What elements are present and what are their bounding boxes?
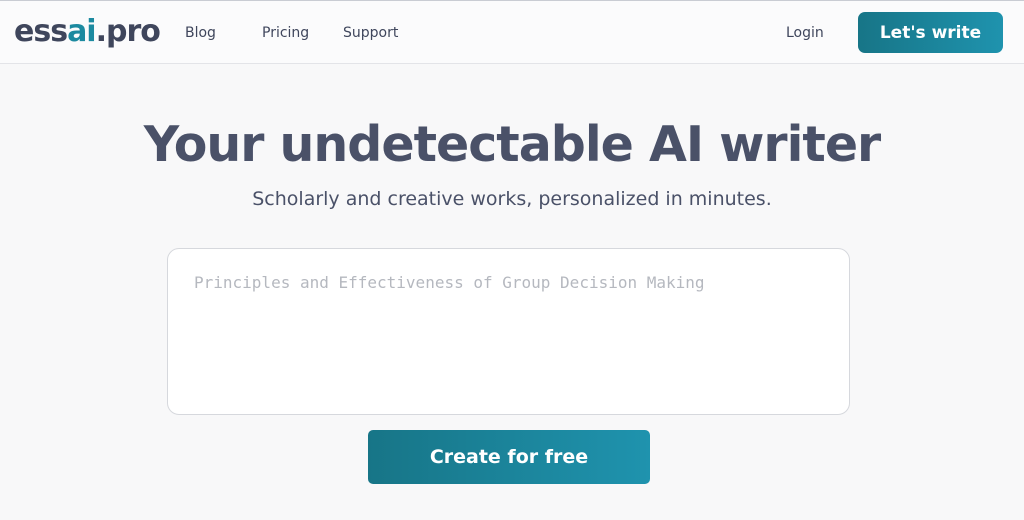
topic-input[interactable]	[167, 248, 850, 415]
navbar: essai.pro Blog Pricing Support Login Let…	[0, 1, 1024, 64]
nav-link-pricing[interactable]: Pricing	[262, 24, 309, 42]
logo-text-start: ess	[14, 14, 68, 49]
lets-write-button[interactable]: Let's write	[858, 12, 1003, 53]
logo[interactable]: essai.pro	[14, 14, 161, 50]
nav-link-support[interactable]: Support	[343, 24, 398, 42]
logo-text-end: .pro	[95, 14, 161, 49]
hero-subtitle: Scholarly and creative works, personaliz…	[252, 188, 772, 210]
logo-text-accent: ai	[67, 14, 97, 49]
login-link[interactable]: Login	[786, 24, 824, 42]
nav-link-blog[interactable]: Blog	[185, 24, 216, 42]
hero-title: Your undetectable AI writer	[143, 116, 881, 173]
create-for-free-button[interactable]: Create for free	[368, 430, 650, 484]
